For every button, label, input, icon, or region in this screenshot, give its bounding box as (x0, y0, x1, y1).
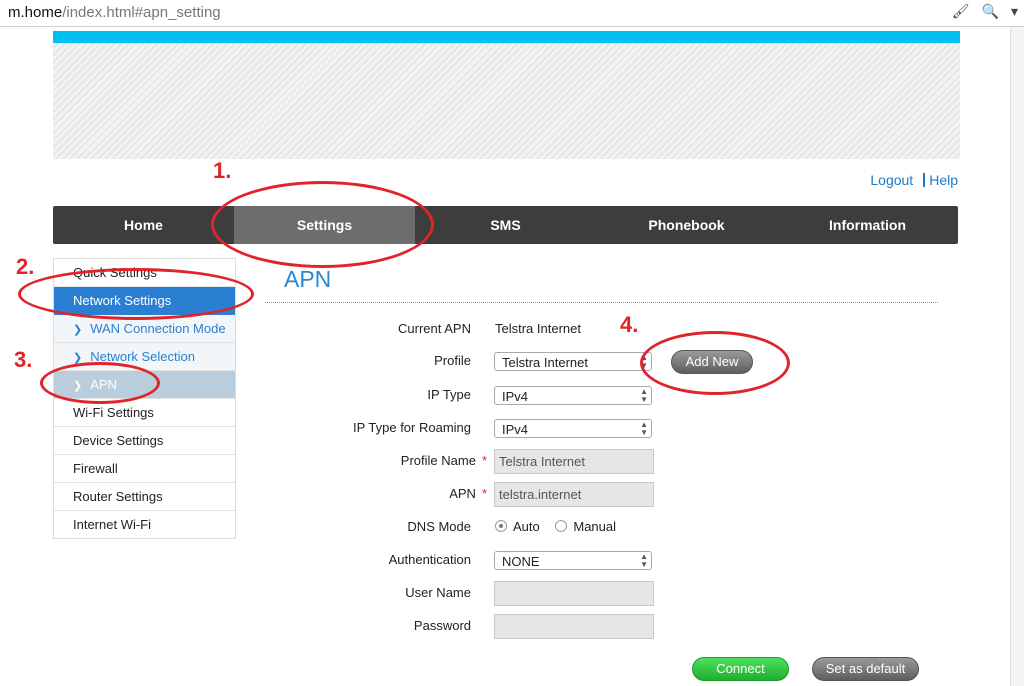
sidebar-item-firewall[interactable]: Firewall (54, 455, 235, 483)
ip-type-roaming-label: IP Type for Roaming (352, 420, 471, 435)
annotation-ellipse-1 (211, 181, 434, 268)
select-arrows-icon: ▲ ▼ (640, 387, 648, 404)
annotation-number-1: 1. (213, 158, 232, 183)
password-label: Password (413, 618, 471, 633)
annotation-ellipse-4 (640, 331, 790, 395)
top-links: Logout Help (870, 172, 958, 188)
profile-name-label-text: Profile Name (400, 453, 476, 468)
annotation-ellipse-3 (40, 362, 160, 404)
radio-unchecked-icon[interactable] (555, 520, 568, 532)
radio-checked-icon[interactable] (495, 520, 507, 532)
apn-label-text: APN (449, 486, 476, 501)
main-navigation: Home Settings SMS Phonebook Information (53, 206, 958, 244)
annotation-number-4: 4. (620, 312, 639, 337)
url-text[interactable]: m.home/index.html#apn_setting (8, 4, 221, 21)
dns-manual-option[interactable]: Manual (555, 519, 616, 534)
profile-name-label: Profile Name * (401, 453, 487, 468)
select-arrows-icon: ▲ ▼ (640, 552, 648, 569)
url-path: /index.html#apn_setting (62, 4, 221, 21)
help-link[interactable]: Help (929, 172, 958, 188)
set-as-default-button[interactable]: Set as default (812, 657, 919, 681)
annotation-number-2: 2. (16, 254, 35, 279)
ip-type-label: IP Type (427, 387, 471, 402)
required-mark: * (481, 486, 487, 501)
authentication-selected-value: NONE (502, 554, 540, 569)
logout-link[interactable]: Logout (870, 172, 913, 188)
sidebar-item-device-settings[interactable]: Device Settings (54, 427, 235, 455)
ip-type-roaming-select[interactable]: IPv4 ▲ ▼ (494, 419, 652, 438)
browser-toolbar-icons: 🖌 🔍 ▾ (940, 3, 1018, 20)
ip-type-roaming-selected-value: IPv4 (502, 422, 529, 437)
nav-sms[interactable]: SMS (415, 206, 596, 244)
url-host: m.home (8, 4, 63, 21)
sidebar-item-internet-wifi[interactable]: Internet Wi-Fi (54, 511, 235, 538)
profile-name-input[interactable]: Telstra Internet (494, 449, 654, 474)
page-title: APN (284, 266, 332, 292)
select-arrows-icon: ▲ ▼ (640, 420, 648, 437)
nav-information[interactable]: Information (777, 206, 958, 244)
dns-auto-option[interactable]: Auto (495, 519, 540, 534)
chevron-right-icon: ❯ (73, 324, 83, 336)
dns-auto-label: Auto (513, 519, 540, 534)
annotation-ellipse-2 (18, 268, 254, 320)
current-apn-value: Telstra Internet (495, 321, 581, 336)
page-scrollbar[interactable] (1010, 27, 1024, 686)
authentication-select[interactable]: NONE ▲ ▼ (494, 551, 652, 570)
apn-input[interactable]: telstra.internet (494, 482, 654, 507)
dns-mode-options: Auto Manual (495, 519, 616, 534)
sidebar-item-wifi-settings[interactable]: Wi-Fi Settings (54, 399, 235, 427)
header-accent-bar (53, 31, 960, 43)
profile-selected-value: Telstra Internet (502, 355, 588, 370)
link-divider (923, 173, 926, 187)
zoom-icon[interactable]: 🔍 (982, 3, 999, 19)
annotation-number-3: 3. (14, 347, 33, 372)
header-banner (53, 43, 960, 159)
pin-icon[interactable]: 🖌 (952, 3, 970, 19)
password-input[interactable] (494, 614, 654, 639)
sidebar-item-router-settings[interactable]: Router Settings (54, 483, 235, 511)
title-divider (265, 302, 938, 303)
required-mark: * (481, 453, 487, 468)
connect-button[interactable]: Connect (692, 657, 789, 681)
sidebar-subitem-label: WAN Connection Mode (90, 321, 226, 336)
user-name-label: User Name (405, 585, 471, 600)
nav-home[interactable]: Home (53, 206, 234, 244)
browser-address-bar[interactable]: m.home/index.html#apn_setting 🖌 🔍 ▾ (0, 0, 1024, 27)
apn-label: APN * (449, 486, 487, 501)
chevron-down-icon[interactable]: ▾ (1011, 3, 1018, 19)
nav-phonebook[interactable]: Phonebook (596, 206, 777, 244)
dns-mode-label: DNS Mode (407, 519, 471, 534)
ip-type-select[interactable]: IPv4 ▲ ▼ (494, 386, 652, 405)
current-apn-label: Current APN (398, 321, 471, 336)
authentication-label: Authentication (388, 552, 471, 567)
dns-manual-label: Manual (573, 519, 617, 534)
ip-type-selected-value: IPv4 (502, 389, 529, 404)
profile-select[interactable]: Telstra Internet ▲ ▼ (494, 352, 652, 371)
user-name-input[interactable] (494, 581, 654, 606)
profile-label: Profile (434, 353, 471, 368)
